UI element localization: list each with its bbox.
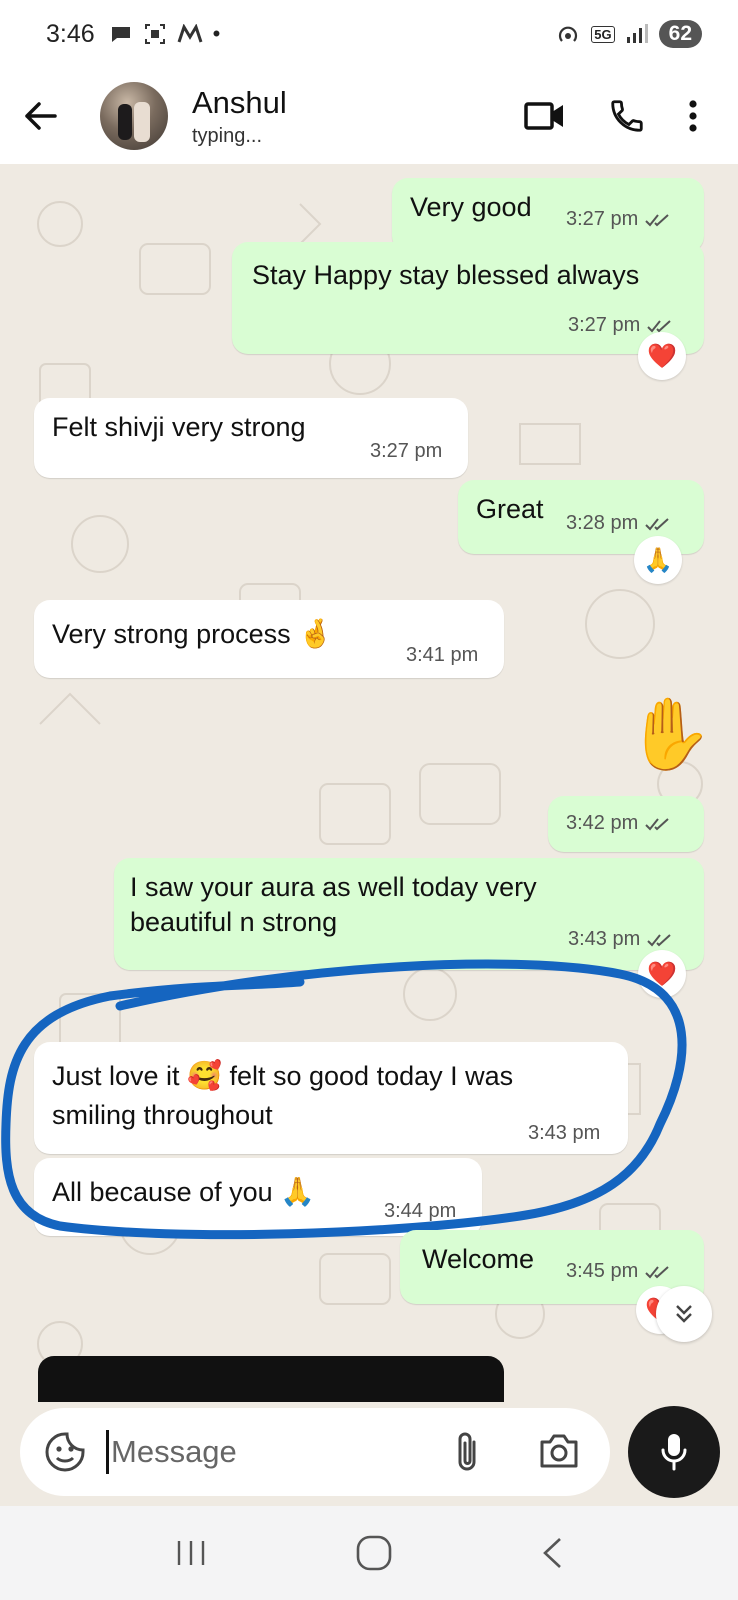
status-time: 3:46 — [46, 19, 95, 48]
message-input-container[interactable] — [20, 1408, 610, 1496]
message-text: Just love it 🥰 felt so good today I was … — [52, 1058, 513, 1133]
message-time: 3:42 pm — [566, 812, 639, 834]
message-meta: 3:27 pm — [370, 440, 442, 463]
sticker-icon — [45, 1432, 85, 1472]
contact-info[interactable]: Anshul typing... — [192, 85, 287, 148]
read-ticks-icon — [645, 1265, 669, 1278]
message-emoji: 🤞 — [298, 618, 334, 649]
message-text: I saw your aura as well today very beaut… — [130, 870, 537, 940]
message-time: 3:27 pm — [370, 440, 443, 462]
contact-status: typing... — [192, 124, 263, 147]
message-time: 3:43 pm — [568, 928, 641, 950]
home-icon[interactable] — [355, 1534, 393, 1572]
sticker-emoji[interactable]: ✋ — [626, 694, 713, 776]
message-reaction[interactable]: ❤️ — [638, 332, 686, 380]
message-text: Felt shivji very strong — [52, 412, 306, 442]
attach-icon[interactable] — [452, 1430, 482, 1474]
m-app-notification-icon — [177, 24, 203, 43]
chat-area[interactable]: Very good 3:27 pm Stay Happy stay blesse… — [0, 164, 738, 1402]
more-options-icon[interactable] — [688, 99, 698, 133]
message-time: 3:45 pm — [566, 1260, 639, 1282]
message-bubble[interactable]: I saw your aura as well today very beaut… — [114, 858, 704, 970]
message-emoji: 🥰 — [187, 1060, 222, 1091]
battery-level: 62 — [658, 20, 702, 48]
message-text: Stay Happy stay blessed always — [252, 260, 640, 290]
message-meta: 3:43 pm — [528, 1122, 600, 1145]
contact-name: Anshul — [192, 84, 287, 120]
mic-icon — [661, 1434, 687, 1471]
message-meta: 3:42 pm — [566, 812, 674, 835]
message-meta: 3:44 pm — [384, 1200, 456, 1223]
camera-icon[interactable] — [538, 1430, 580, 1470]
avatar[interactable] — [100, 82, 168, 150]
back-arrow-icon — [25, 102, 57, 130]
message-time: 3:41 pm — [406, 644, 479, 666]
message-meta: 3:28 pm — [566, 512, 674, 535]
message-meta: 3:45 pm — [566, 1260, 674, 1283]
voice-message-button[interactable] — [628, 1406, 720, 1498]
recents-icon[interactable] — [174, 1538, 208, 1568]
read-ticks-icon — [645, 213, 669, 226]
message-line: Just love it 🥰 felt so good today I was — [52, 1058, 513, 1094]
message-time: 3:44 pm — [384, 1200, 457, 1222]
chat-header: Anshul typing... — [0, 68, 738, 164]
message-meta: 3:27 pm — [566, 208, 674, 231]
message-bubble[interactable]: All because of you 🙏 3:44 pm — [34, 1158, 482, 1236]
chat-notification-icon — [111, 27, 130, 42]
message-time: 3:43 pm — [528, 1122, 601, 1144]
message-time: 3:27 pm — [568, 314, 641, 336]
message-text: Welcome — [422, 1244, 535, 1274]
message-text: Very strong process 🤞 — [52, 616, 333, 652]
read-ticks-icon — [645, 817, 669, 830]
message-reaction[interactable]: 🙏 — [634, 536, 682, 584]
text-cursor — [106, 1430, 109, 1474]
notification-icons: • — [109, 21, 221, 47]
message-time: 3:28 pm — [566, 512, 639, 534]
message-bubble[interactable]: Very strong process 🤞 3:41 pm — [34, 600, 504, 678]
message-meta: 3:43 pm — [568, 928, 676, 951]
message-line: beautiful n strong — [130, 907, 338, 937]
network-type: 5G — [591, 25, 615, 43]
message-line: I saw your aura as well today very — [130, 872, 537, 902]
scroll-down-icon — [676, 1305, 692, 1323]
back-button[interactable] — [0, 68, 80, 164]
message-text: All because of you 🙏 — [52, 1174, 315, 1210]
message-bubble[interactable]: Just love it 🥰 felt so good today I was … — [34, 1042, 628, 1154]
message-text-content: Very strong process — [52, 619, 291, 649]
message-line: smiling throughout — [52, 1100, 273, 1130]
nav-back-icon[interactable] — [540, 1536, 564, 1570]
video-call-icon[interactable] — [524, 101, 566, 131]
dot-icon: • — [212, 21, 221, 46]
partial-message-bubble[interactable] — [38, 1356, 504, 1402]
phone-icon[interactable] — [608, 97, 646, 135]
scroll-down-button[interactable] — [656, 1286, 712, 1342]
read-ticks-icon — [645, 517, 669, 530]
message-input-bar — [0, 1402, 738, 1506]
message-text: Great — [476, 494, 544, 524]
message-input[interactable] — [111, 1434, 411, 1470]
message-bubble[interactable]: Felt shivji very strong 3:27 pm — [34, 398, 468, 478]
sticker-button[interactable] — [40, 1431, 90, 1473]
message-text: Very good — [410, 192, 532, 222]
signal-icon — [626, 24, 648, 43]
message-bubble[interactable]: Stay Happy stay blessed always 3:27 pm — [232, 242, 704, 354]
hotspot-icon — [559, 26, 578, 42]
message-bubble[interactable]: 3:42 pm — [548, 796, 704, 852]
message-bubble[interactable]: Very good 3:27 pm — [392, 178, 704, 252]
status-bar: 3:46 • 5G 62 — [0, 0, 738, 68]
message-reaction[interactable]: ❤️ — [638, 950, 686, 998]
message-text-content: felt so good today I was — [229, 1061, 514, 1091]
message-text-content: All because of you — [52, 1177, 273, 1207]
message-emoji: 🙏 — [280, 1176, 316, 1207]
system-navigation-bar — [0, 1506, 738, 1600]
message-time: 3:27 pm — [566, 208, 639, 230]
read-ticks-icon — [647, 933, 671, 946]
message-meta: 3:41 pm — [406, 644, 478, 667]
screenshot-notification-icon — [144, 24, 165, 44]
message-text-content: Just love it — [52, 1061, 180, 1091]
